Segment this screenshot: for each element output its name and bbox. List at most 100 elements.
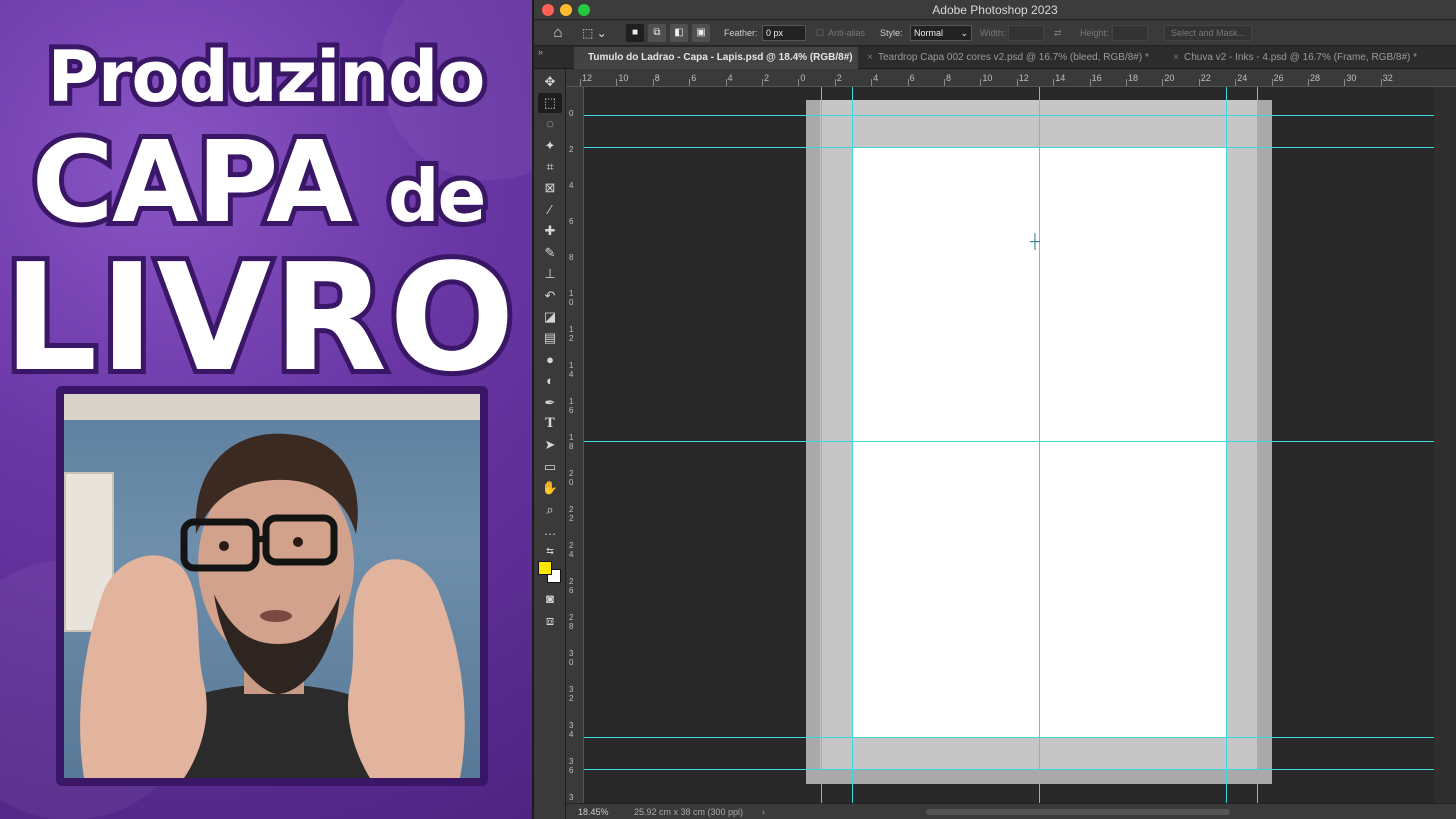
height-input[interactable] [1112, 25, 1148, 41]
foreground-color-swatch[interactable] [538, 561, 552, 575]
add-to-selection-button[interactable]: ⧉ [648, 24, 666, 42]
close-window-button[interactable] [542, 4, 554, 16]
document-size: 25.92 cm x 38 cm (300 ppi) [634, 807, 744, 817]
zoom-window-button[interactable] [578, 4, 590, 16]
intersect-selection-button[interactable]: ▣ [692, 24, 710, 42]
ruler-tick-label: 16 [1091, 73, 1102, 83]
ruler-tick [1198, 79, 1200, 86]
status-menu-arrow-icon[interactable]: › [762, 804, 765, 819]
ruler-tick-label: 24 [569, 541, 574, 559]
guide-vertical[interactable] [1226, 87, 1227, 803]
guide-vertical[interactable] [1257, 87, 1258, 803]
path-select-icon[interactable]: ➤ [538, 435, 562, 455]
title-bar: Adobe Photoshop 2023 [534, 0, 1456, 20]
magic-wand-icon[interactable]: ✦ [538, 136, 562, 156]
antialias-checkbox[interactable]: ☐ [816, 25, 824, 41]
guide-horizontal[interactable] [584, 737, 1434, 738]
feather-input[interactable]: 0 px [762, 25, 806, 41]
horizontal-scrollbar[interactable] [926, 809, 1230, 815]
tab-teardrop-capa[interactable]: × Teardrop Capa 002 cores v2.psd @ 16.7%… [864, 47, 1164, 69]
quick-mask-icon[interactable]: ◙ [538, 589, 562, 609]
home-icon[interactable]: ⌂ [548, 23, 568, 43]
ruler-tick-label: 28 [1310, 73, 1321, 83]
style-select[interactable]: Normal ⌄ [910, 25, 972, 41]
blur-icon[interactable]: ● [538, 350, 562, 370]
screen-mode-icon[interactable]: ⧈ [538, 611, 562, 631]
guide-horizontal[interactable] [584, 769, 1434, 770]
pen-icon[interactable]: ✒ [538, 393, 562, 413]
width-input[interactable] [1008, 25, 1044, 41]
ruler-tick-label: 14 [1055, 73, 1066, 83]
gradient-icon[interactable]: ▤ [538, 328, 562, 348]
zoom-icon[interactable]: ⌕ [538, 500, 562, 520]
ruler-tick-label: 38 [569, 793, 574, 803]
guide-horizontal[interactable] [584, 147, 1434, 148]
ruler-tick [1380, 79, 1382, 86]
guide-vertical[interactable] [852, 87, 853, 803]
close-tab-icon[interactable]: × [867, 47, 873, 69]
minimize-window-button[interactable] [560, 4, 572, 16]
ruler-tick [652, 79, 654, 86]
type-icon[interactable]: T [538, 414, 562, 434]
style-value: Normal [914, 28, 944, 38]
ruler-tick-label: 4 [873, 73, 879, 83]
subtract-selection-button[interactable]: ◧ [670, 24, 688, 42]
ruler-tick [762, 79, 763, 86]
status-bar: 18.45% 25.92 cm x 38 cm (300 ppi) › [566, 803, 1456, 819]
guide-vertical[interactable] [821, 87, 822, 803]
rect-marquee-icon[interactable]: ⬚ [538, 93, 562, 113]
ruler-tick [616, 79, 618, 86]
ruler-tick-label: 2 [764, 73, 770, 83]
presenter-photo [64, 394, 480, 778]
eyedropper-icon[interactable]: ⁄ [538, 200, 562, 220]
tab-label: Chuva v2 - Inks - 4.psd @ 16.7% (Frame, … [1184, 52, 1418, 63]
frame-icon[interactable]: ⊠ [538, 178, 562, 198]
tab-tumulo-do-ladrao[interactable]: Tumulo do Ladrao - Capa - Lapis.psd @ 18… [574, 47, 858, 69]
select-and-mask-button[interactable]: Select and Mask... [1164, 25, 1253, 41]
horizontal-ruler[interactable]: 12 10 8 6 4 2 0 2 4 6 8 10 12 14 16 18 20 22 24 26 28 30 32 [566, 69, 1456, 87]
rectangle-icon[interactable]: ▭ [538, 457, 562, 477]
ruler-tick-label: 12 [1018, 73, 1029, 83]
collapse-panels-icon[interactable]: » [538, 47, 543, 57]
ruler-tick-label: 22 [569, 505, 574, 523]
new-selection-button[interactable]: ■ [626, 24, 644, 42]
ruler-tick-label: 28 [569, 613, 574, 631]
ruler-tick [871, 79, 873, 86]
move-icon[interactable]: ✥ [538, 72, 562, 92]
tab-chuva-v2[interactable]: × Chuva v2 - Inks - 4.psd @ 16.7% (Frame… [1170, 47, 1432, 69]
brush-icon[interactable]: ✎ [538, 243, 562, 263]
guide-horizontal[interactable] [584, 115, 1434, 116]
swap-icon[interactable]: ⇄ [1054, 25, 1062, 41]
close-tab-icon[interactable]: × [1173, 47, 1179, 69]
ruler-tick-label: 10 [982, 73, 993, 83]
ruler-tick [1235, 79, 1237, 86]
healing-brush-icon[interactable]: ✚ [538, 221, 562, 241]
ruler-tick [1308, 79, 1309, 86]
ruler-tick [907, 79, 909, 86]
tab-label: Teardrop Capa 002 cores v2.psd @ 16.7% (… [878, 52, 1149, 63]
lasso-icon[interactable]: ◌ [538, 114, 562, 134]
tool-preset-picker[interactable]: ⬚ ⌄ [582, 24, 610, 42]
guide-vertical[interactable] [1039, 87, 1040, 803]
ruler-tick [1344, 79, 1346, 86]
presenter-illustration [80, 433, 465, 778]
crop-icon[interactable]: ⌗ [538, 157, 562, 177]
dodge-icon[interactable]: ◐ [538, 371, 562, 391]
ruler-tick-label: 6 [909, 73, 915, 83]
swap-colors-icon[interactable]: ⇆ [538, 541, 562, 561]
vertical-ruler[interactable]: 02468101214161820222426283032343638 [566, 87, 584, 803]
ruler-tick [1126, 79, 1127, 86]
hand-icon[interactable]: ✋ [538, 478, 562, 498]
canvas-area[interactable]: ┼ [584, 87, 1434, 803]
ruler-tick-label: 0 [800, 73, 806, 83]
history-brush-icon[interactable]: ↶ [538, 286, 562, 306]
clone-stamp-icon[interactable]: ⊥ [538, 264, 562, 284]
eraser-icon[interactable]: ◪ [538, 307, 562, 327]
vertical-scrollbar[interactable] [1434, 87, 1456, 803]
ruler-tick-label: 18 [1128, 73, 1139, 83]
zoom-level[interactable]: 18.45% [578, 804, 609, 819]
promo-title-line1: Produzindo [43, 31, 491, 123]
more-tools-icon[interactable]: … [538, 521, 562, 541]
ruler-tick [1016, 79, 1018, 86]
guide-horizontal[interactable] [584, 441, 1434, 442]
